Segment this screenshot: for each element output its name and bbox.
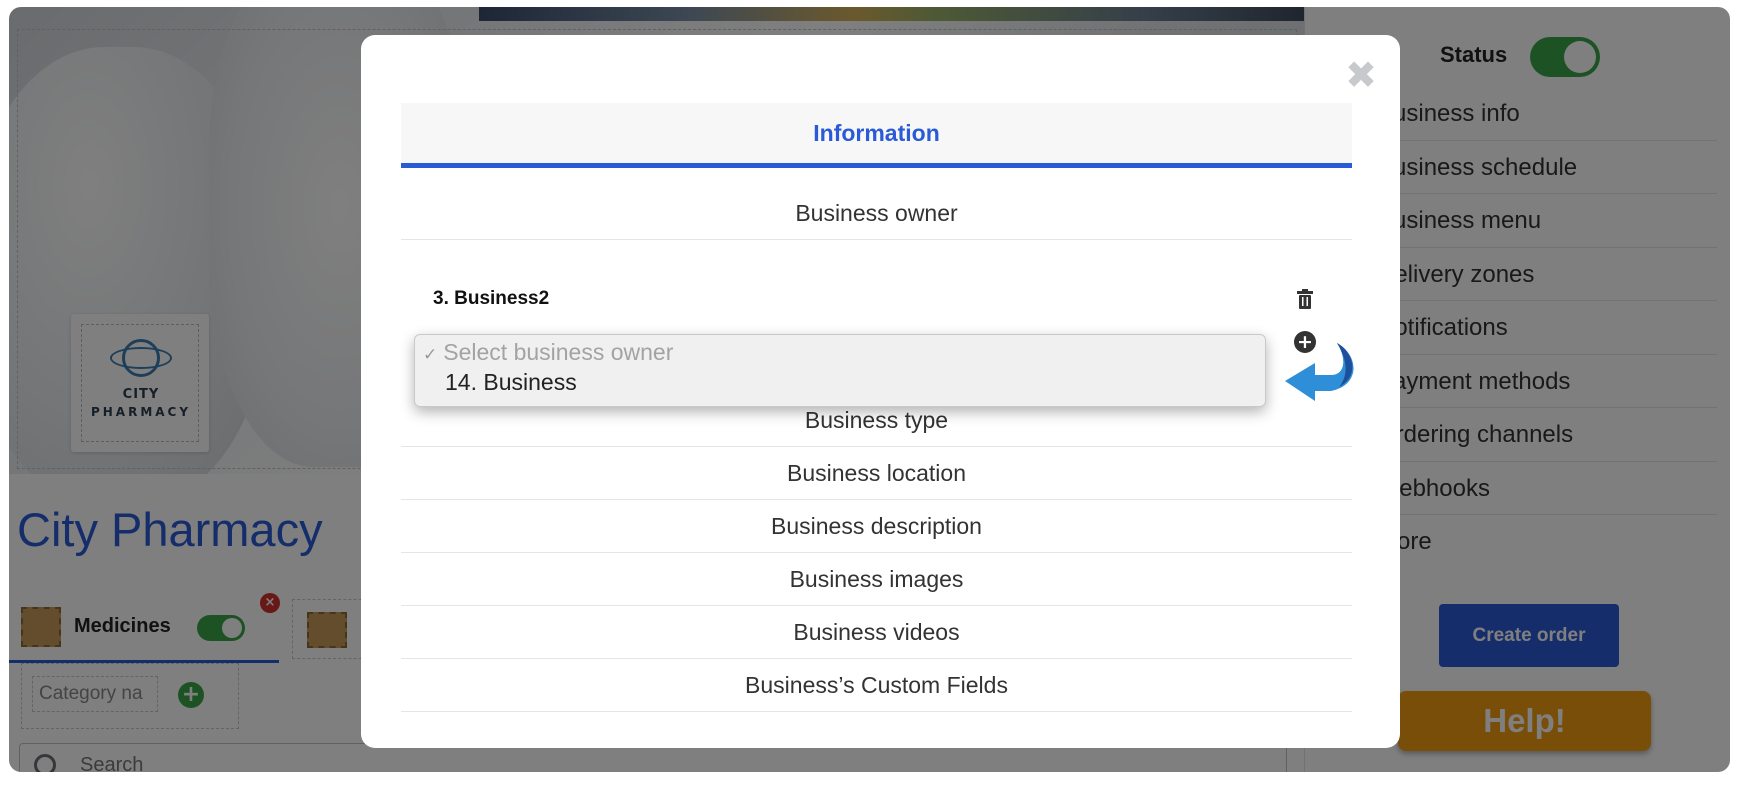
owner-dropdown-menu: ✓ Select business owner 14. Business xyxy=(414,334,1266,407)
trash-icon[interactable] xyxy=(1296,289,1314,309)
section-business-images[interactable]: Business images xyxy=(401,553,1352,606)
section-business-description[interactable]: Business description xyxy=(401,500,1352,553)
dropdown-option-placeholder[interactable]: ✓ Select business owner xyxy=(423,339,673,366)
section-business-videos[interactable]: Business videos xyxy=(401,606,1352,659)
check-icon: ✓ xyxy=(423,345,438,364)
section-custom-fields[interactable]: Business’s Custom Fields xyxy=(401,659,1352,712)
dropdown-option-business[interactable]: 14. Business xyxy=(445,369,577,396)
tab-information[interactable]: Information xyxy=(401,103,1352,168)
section-business-owner[interactable]: Business owner xyxy=(401,187,1352,240)
dropdown-option-label: Select business owner xyxy=(443,339,674,365)
app-frame: CITY PHARMACY City Pharmacy Medicines × … xyxy=(9,7,1730,772)
section-business-location[interactable]: Business location xyxy=(401,447,1352,500)
close-icon[interactable]: ✖ xyxy=(1343,56,1379,94)
owner-business-name: 3. Business2 xyxy=(433,288,550,309)
